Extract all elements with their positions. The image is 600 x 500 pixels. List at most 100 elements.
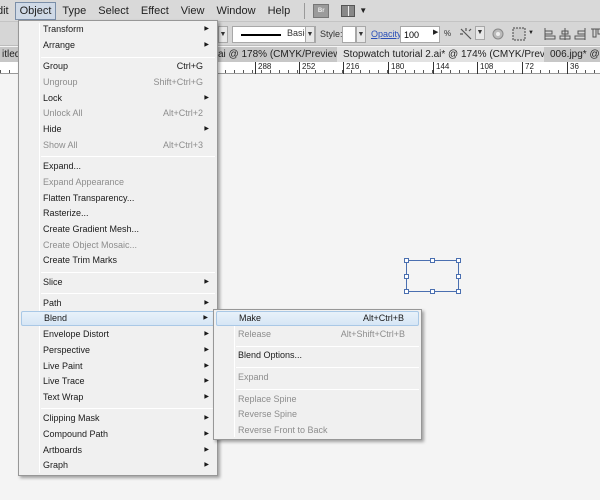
bridge-icon[interactable]: Br: [313, 3, 330, 18]
menu-item-perspective[interactable]: Perspective ▶: [21, 343, 215, 358]
menu-item-label: Live Trace: [43, 376, 85, 386]
submenu-arrow-icon: ▶: [204, 394, 209, 400]
menu-item-graph[interactable]: Graph ▶: [21, 458, 215, 473]
menu-item-expand-blend[interactable]: Expand: [216, 370, 419, 385]
menu-item-label: Create Trim Marks: [43, 255, 118, 265]
menu-item-path[interactable]: Path ▶: [21, 296, 215, 311]
menu-item-hide[interactable]: Hide ▶: [21, 122, 215, 137]
style-dropdown-button[interactable]: ▼: [356, 26, 366, 43]
menu-item-make[interactable]: Make Alt+Ctrl+B: [216, 311, 419, 326]
stroke-preview: [241, 34, 281, 36]
menu-item-show-all[interactable]: Show All Alt+Ctrl+3: [21, 138, 215, 153]
opacity-arrow-icon[interactable]: ▶: [433, 28, 438, 36]
selection-handle[interactable]: [456, 258, 461, 263]
menu-item-replace-spine[interactable]: Replace Spine: [216, 392, 419, 407]
menu-item-expand-appearance[interactable]: Expand Appearance: [21, 175, 215, 190]
menu-item-unlock-all[interactable]: Unlock All Alt+Ctrl+2: [21, 106, 215, 121]
menu-view[interactable]: View: [175, 2, 211, 20]
graphic-style-swatch[interactable]: [342, 26, 356, 43]
menu-item-label: Flatten Transparency...: [43, 193, 135, 203]
menu-item-label: Show All: [43, 140, 78, 150]
menu-item-lock[interactable]: Lock ▶: [21, 91, 215, 106]
align-right-icon[interactable]: [573, 27, 587, 41]
menu-item-transform[interactable]: Transform ▶: [21, 22, 215, 37]
menu-item-ungroup[interactable]: Ungroup Shift+Ctrl+G: [21, 75, 215, 90]
menu-select[interactable]: Select: [92, 2, 135, 20]
selection-handle[interactable]: [430, 258, 435, 263]
ruler-label: 216: [343, 62, 359, 74]
ruler-label: 288: [255, 62, 271, 74]
menu-edit[interactable]: dit: [0, 2, 15, 20]
stroke-profile-select[interactable]: Basic: [232, 26, 316, 43]
menu-effect[interactable]: Effect: [135, 2, 175, 20]
transform-dropdown-icon[interactable]: ▼: [528, 30, 534, 36]
menu-item-expand[interactable]: Expand...: [21, 159, 215, 174]
tab-label: 006.jpg* @ 10: [550, 49, 600, 60]
menu-item-label: Unlock All: [43, 108, 83, 118]
menu-item-shortcut: Ctrl+G: [176, 61, 203, 71]
menu-item-create-object-mosaic[interactable]: Create Object Mosaic...: [21, 238, 215, 253]
align-top-icon[interactable]: [590, 27, 600, 41]
percent-label: %: [444, 29, 452, 38]
menu-item-blend[interactable]: Blend ▶: [21, 311, 215, 326]
isolate-group-icon[interactable]: [491, 27, 505, 41]
menu-item-label: Reverse Spine: [238, 409, 298, 419]
menu-item-group[interactable]: Group Ctrl+G: [21, 59, 215, 74]
transform-reference-icon[interactable]: [512, 27, 526, 41]
menu-item-flatten-transparency[interactable]: Flatten Transparency...: [21, 191, 215, 206]
menu-item-reverse-spine[interactable]: Reverse Spine: [216, 407, 419, 422]
tab-006-jpg[interactable]: 006.jpg* @ 10: [544, 47, 600, 62]
selected-rectangle[interactable]: [404, 258, 461, 294]
menu-object[interactable]: Object: [14, 1, 57, 20]
menu-item-live-paint[interactable]: Live Paint ▶: [21, 359, 215, 374]
menu-item-compound-path[interactable]: Compound Path ▶: [21, 427, 215, 442]
menu-item-text-wrap[interactable]: Text Wrap ▶: [21, 390, 215, 405]
menu-item-envelope-distort[interactable]: Envelope Distort ▶: [21, 327, 215, 342]
submenu-arrow-icon: ▶: [204, 431, 209, 437]
tab-label: Stopwatch tutorial 2.ai* @ 174% (CMYK/Pr…: [343, 49, 564, 60]
menu-item-rasterize[interactable]: Rasterize...: [21, 206, 215, 221]
selection-handle[interactable]: [404, 258, 409, 263]
ruler-label: 252: [299, 62, 315, 74]
menu-item-label: Clipping Mask: [43, 413, 100, 423]
align-center-icon[interactable]: [558, 27, 572, 41]
style-label: Style:: [320, 29, 343, 39]
submenu-arrow-icon: ▶: [204, 462, 209, 468]
recolor-dropdown-button[interactable]: ▼: [475, 26, 485, 40]
submenu-arrow-icon: ▶: [204, 347, 209, 353]
selection-handle[interactable]: [404, 289, 409, 294]
workspace-dropdown-icon[interactable]: ▼: [359, 6, 367, 15]
menu-separator: [41, 408, 215, 409]
menu-item-slice[interactable]: Slice ▶: [21, 275, 215, 290]
selection-handle[interactable]: [456, 274, 461, 279]
menu-separator: [41, 57, 215, 58]
menu-item-artboards[interactable]: Artboards ▶: [21, 443, 215, 458]
selection-handle[interactable]: [430, 289, 435, 294]
selection-handle[interactable]: [456, 289, 461, 294]
menu-item-create-trim-marks[interactable]: Create Trim Marks: [21, 253, 215, 268]
menu-item-blend-options[interactable]: Blend Options...: [216, 348, 419, 363]
tab-label: ai @ 178% (CMYK/Preview): [218, 49, 344, 60]
brush-dropdown-button[interactable]: ▼: [218, 26, 228, 43]
submenu-arrow-icon: ▶: [204, 279, 209, 285]
menu-item-label: Blend Options...: [238, 350, 303, 360]
selection-handle[interactable]: [404, 274, 409, 279]
menu-item-release[interactable]: Release Alt+Shift+Ctrl+B: [216, 327, 419, 342]
submenu-arrow-icon: ▶: [204, 415, 209, 421]
menu-item-live-trace[interactable]: Live Trace ▶: [21, 374, 215, 389]
menu-bar: dit Object Type Select Effect View Windo…: [0, 0, 600, 22]
menu-type[interactable]: Type: [56, 2, 92, 20]
menu-help[interactable]: Help: [262, 2, 297, 20]
stroke-profile-dropdown-button[interactable]: ▼: [305, 26, 315, 43]
menu-item-reverse-front-to-back[interactable]: Reverse Front to Back: [216, 423, 419, 438]
recolor-artwork-icon[interactable]: [459, 27, 473, 41]
menu-window[interactable]: Window: [210, 2, 261, 20]
menu-item-create-gradient-mesh[interactable]: Create Gradient Mesh...: [21, 222, 215, 237]
menu-item-shortcut: Alt+Ctrl+B: [362, 313, 404, 323]
menu-item-clipping-mask[interactable]: Clipping Mask ▶: [21, 411, 215, 426]
align-left-icon[interactable]: [543, 27, 557, 41]
ruler-label: 72: [522, 62, 534, 74]
submenu-arrow-icon: ▶: [204, 300, 209, 306]
workspace-layout-icon[interactable]: [341, 4, 356, 17]
menu-item-arrange[interactable]: Arrange ▶: [21, 38, 215, 53]
